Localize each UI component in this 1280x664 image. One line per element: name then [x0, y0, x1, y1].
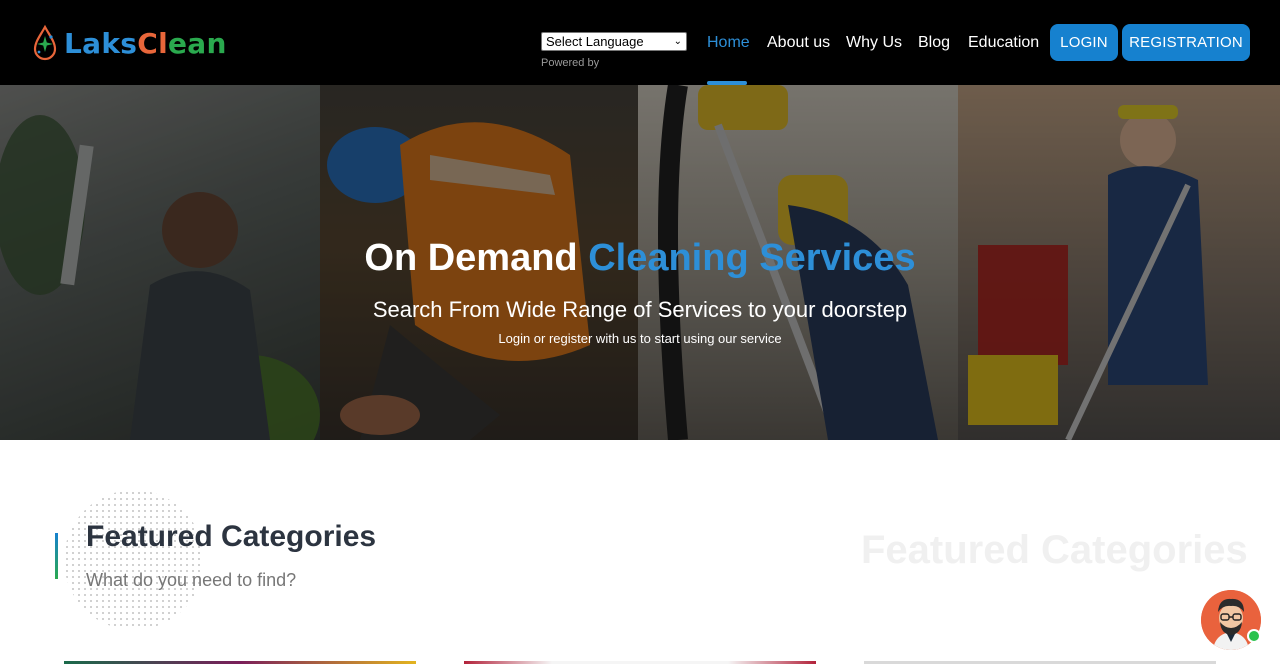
chevron-down-icon: ⌄	[673, 36, 682, 47]
hero-note: Login or register with us to start using…	[498, 331, 782, 346]
registration-button[interactable]: REGISTRATION	[1122, 24, 1250, 61]
section-accent-bar	[55, 533, 58, 579]
logo-wordmark: LaksClean	[64, 26, 227, 60]
online-status-dot	[1247, 629, 1261, 643]
nav-education[interactable]: Education	[968, 34, 1039, 52]
nav-why-us[interactable]: Why Us	[846, 34, 902, 52]
language-dropdown-value: Select Language	[546, 34, 644, 49]
nav-home[interactable]: Home	[707, 34, 750, 52]
hero-banner: On Demand Cleaning Services Search From …	[0, 85, 1280, 440]
featured-categories-title: Featured Categories	[86, 520, 377, 553]
droplet-sparkle-icon	[33, 24, 57, 61]
language-dropdown[interactable]: Select Language ⌄	[541, 32, 687, 51]
nav-blog[interactable]: Blog	[918, 34, 950, 52]
language-selector: Select Language ⌄ Powered by	[541, 32, 687, 69]
login-button[interactable]: LOGIN	[1050, 24, 1118, 61]
featured-categories-watermark: Featured Categories	[861, 528, 1248, 572]
dotted-circle-decoration	[64, 490, 204, 630]
powered-by-label: Powered by	[541, 57, 600, 69]
hero-subtitle: Search From Wide Range of Services to yo…	[372, 297, 908, 322]
featured-categories-subtitle: What do you need to find?	[86, 570, 297, 590]
site-logo[interactable]: LaksClean	[30, 24, 227, 62]
nav-about-us[interactable]: About us	[767, 34, 830, 52]
hero-title: On Demand Cleaning Services	[364, 237, 916, 279]
site-header: LaksClean Select Language ⌄ Powered by H…	[0, 0, 1280, 85]
